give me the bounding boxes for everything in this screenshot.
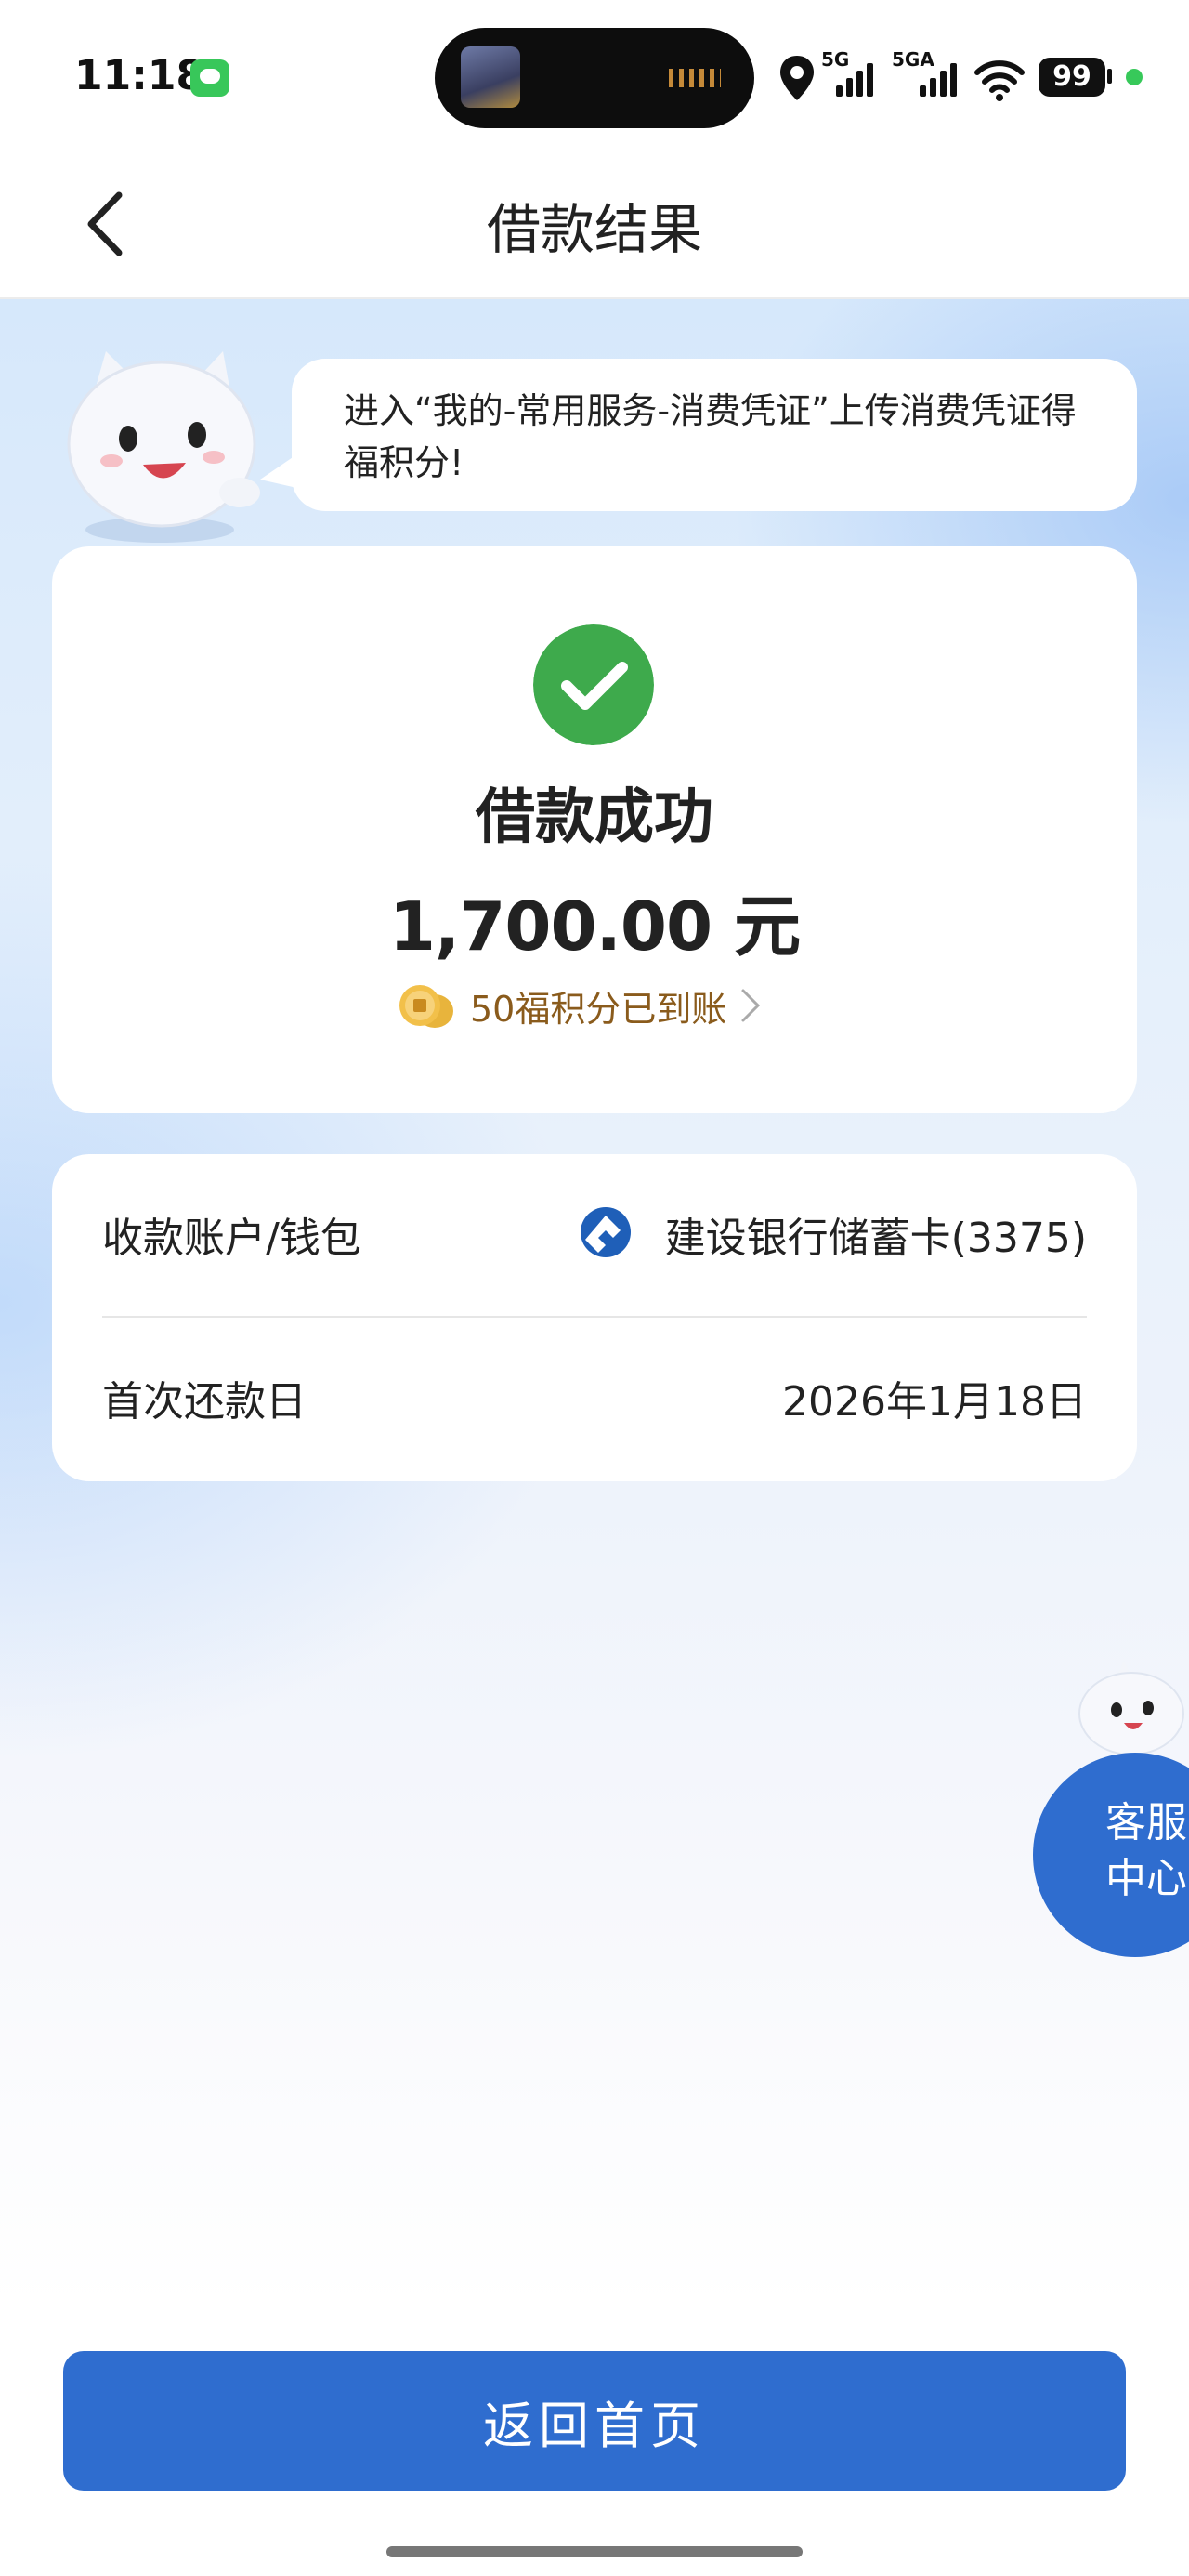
privacy-indicator-dot [1126,69,1143,85]
info-card: 收款账户/钱包 建设银行储蓄卡(3375) 首次还款日 2026年1月18日 [52,1154,1137,1481]
result-title: 借款成功 [476,783,713,852]
page-title: 借款结果 [486,198,702,261]
receiving-account-row: 收款账户/钱包 建设银行储蓄卡(3375) [102,1154,1087,1318]
points-link[interactable]: 50福积分已到账 [396,978,762,1033]
tip-bubble-tail [260,452,301,489]
battery-level: 99 [1052,60,1091,93]
coin-icon [399,985,453,1028]
info-value: 建设银行储蓄卡(3375) [664,1215,1087,1262]
mascot-icon [67,351,260,543]
signal-icon [836,59,873,97]
chevron-right-icon [741,989,761,1022]
signal-icon [920,59,957,97]
first-repayment-row: 首次还款日 2026年1月18日 [102,1318,1087,1481]
customer-service-label: 客服中心 [1105,1799,1187,1902]
status-bar: 11:18 5G 5GA 99 [0,0,1189,149]
battery-icon: 99 [1039,58,1105,97]
result-card: 借款成功 1,700.00 元 50福积分已到账 [52,546,1137,1113]
message-icon [190,59,229,97]
battery-tip [1107,69,1112,84]
wifi-icon [974,60,1025,101]
nav-bar: 借款结果 [0,149,1189,299]
success-check-icon [533,624,654,745]
cs-mascot-icon [1078,1660,1184,1755]
info-label: 收款账户/钱包 [102,1215,361,1262]
footer: 返回首页 [0,2307,1189,2576]
media-thumbnail-icon [461,46,520,108]
back-to-home-button[interactable]: 返回首页 [63,2351,1126,2491]
info-value: 2026年1月18日 [782,1378,1087,1426]
tip-text: 进入“我的-常用服务-消费凭证”上传消费凭证得福积分! [344,390,1077,483]
status-time: 11:18 [74,52,205,99]
tip-bubble: 进入“我的-常用服务-消费凭证”上传消费凭证得福积分! [292,359,1137,511]
points-text: 50福积分已到账 [470,988,727,1030]
ccb-bank-logo-icon [581,1207,631,1257]
info-label: 首次还款日 [102,1378,307,1426]
audio-wave-icon [669,69,721,87]
dynamic-island[interactable] [435,28,754,128]
loan-amount: 1,700.00 元 [388,887,801,966]
home-indicator[interactable] [386,2546,803,2557]
location-icon [780,56,814,100]
